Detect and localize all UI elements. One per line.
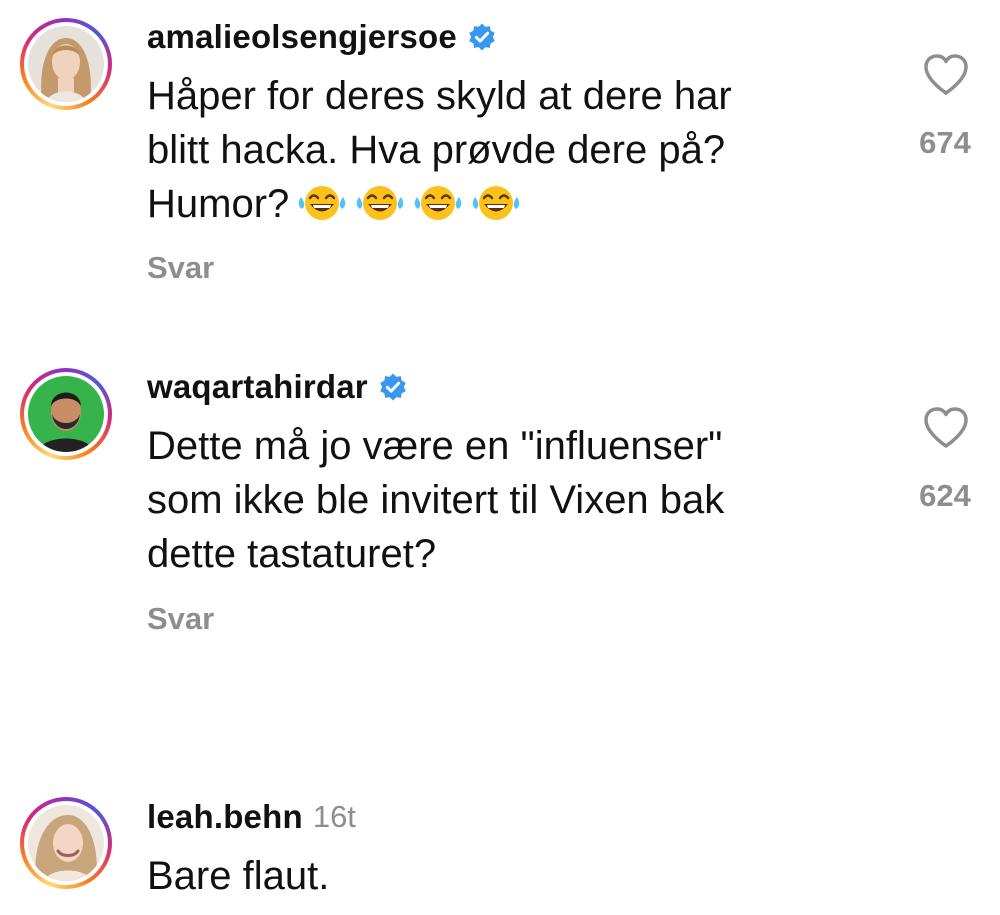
avatar[interactable]: [20, 368, 112, 460]
reply-button[interactable]: Svar: [147, 250, 214, 286]
avatar-photo: [28, 805, 104, 881]
reply-button[interactable]: Svar: [147, 601, 214, 637]
username[interactable]: amalieolsengjersoe: [147, 18, 457, 56]
avatar-photo: [28, 376, 104, 452]
username[interactable]: leah.behn: [147, 798, 303, 836]
face-with-tears-of-joy-icon: [297, 183, 347, 223]
avatar[interactable]: [20, 18, 112, 110]
comment-text: Dette må jo være en "influenser" som ikk…: [147, 424, 725, 576]
like-count: 674: [919, 125, 971, 160]
timestamp: 16t: [312, 799, 356, 834]
username[interactable]: waqartahirdar: [147, 368, 368, 406]
comment-text: Bare flaut.: [147, 854, 330, 898]
avatar-photo: [28, 26, 104, 102]
heart-icon[interactable]: [922, 52, 970, 96]
avatar[interactable]: [20, 797, 112, 889]
verified-badge-icon: [378, 372, 408, 402]
face-with-tears-of-joy-icon: [471, 183, 521, 223]
comment-text: Håper for deres skyld at dere har blitt …: [147, 74, 732, 226]
like-count: 624: [919, 478, 971, 513]
face-with-tears-of-joy-icon: [413, 183, 463, 223]
face-with-tears-of-joy-icon: [355, 183, 405, 223]
verified-badge-icon: [467, 22, 497, 52]
heart-icon[interactable]: [922, 405, 970, 449]
